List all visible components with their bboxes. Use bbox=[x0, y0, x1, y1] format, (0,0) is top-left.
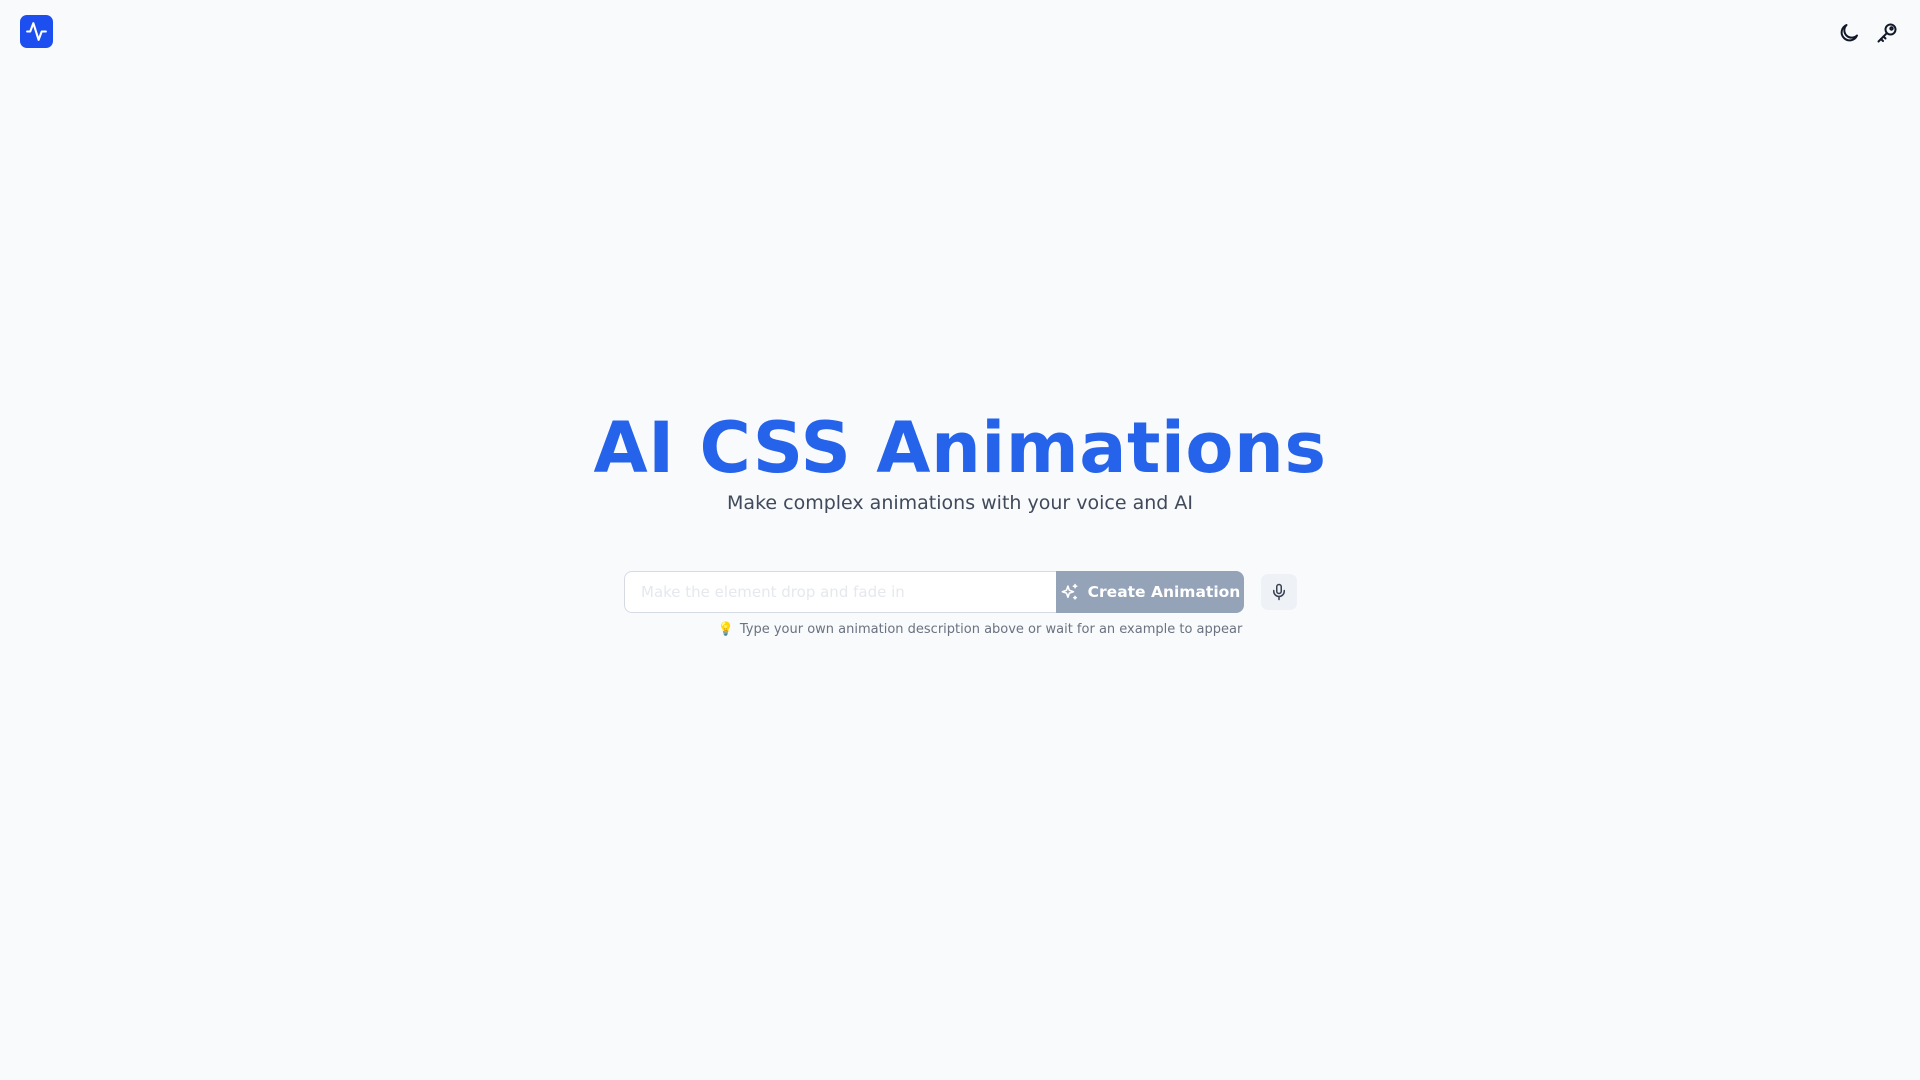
theme-toggle-button[interactable] bbox=[1836, 18, 1862, 48]
page-title: AI CSS Animations bbox=[593, 407, 1327, 489]
prompt-row: Create Animation bbox=[624, 571, 1297, 613]
key-icon bbox=[1877, 23, 1897, 43]
hero-section: AI CSS Animations Make complex animation… bbox=[0, 405, 1920, 515]
microphone-icon bbox=[1273, 583, 1285, 601]
header-actions bbox=[1836, 18, 1900, 48]
create-animation-button[interactable]: Create Animation bbox=[1056, 571, 1244, 613]
animation-prompt-input[interactable] bbox=[624, 571, 1056, 613]
sparkles-icon bbox=[1061, 583, 1078, 600]
logo-button[interactable] bbox=[20, 15, 53, 48]
voice-input-button[interactable] bbox=[1261, 574, 1297, 610]
lightbulb-icon: 💡 bbox=[717, 622, 734, 637]
create-animation-label: Create Animation bbox=[1087, 583, 1241, 601]
moon-icon bbox=[1840, 24, 1858, 42]
hint-text-row: 💡 Type your own animation description abo… bbox=[0, 622, 1920, 637]
app-root: AI CSS Animations Make complex animation… bbox=[0, 0, 1920, 1080]
page-subtitle: Make complex animations with your voice … bbox=[727, 492, 1193, 514]
hint-text: Type your own animation description abov… bbox=[739, 622, 1243, 637]
activity-pulse-icon bbox=[26, 22, 47, 41]
api-key-button[interactable] bbox=[1874, 18, 1900, 48]
